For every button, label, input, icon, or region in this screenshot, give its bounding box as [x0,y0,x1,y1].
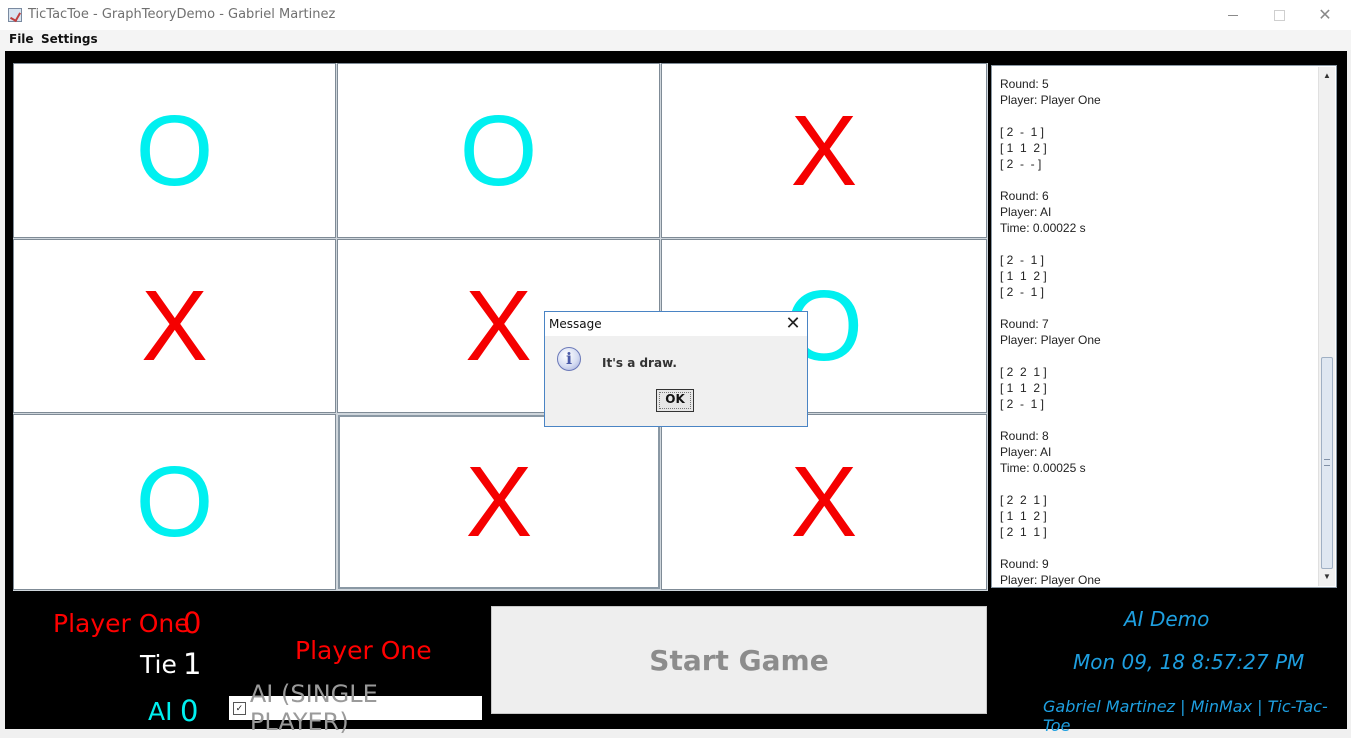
dialog-titlebar: Message ✕ [545,312,807,336]
focus-ring [659,392,691,409]
window-titlebar: TicTacToe - GraphTeoryDemo - Gabriel Mar… [0,0,1351,31]
menu-settings[interactable]: Settings [41,32,98,46]
player-one-score: 0 [183,606,202,640]
tie-score: 1 [183,647,202,681]
ok-button[interactable]: OK [656,389,694,412]
dialog-close-icon[interactable]: ✕ [783,313,803,335]
dialog-title: Message [549,317,602,331]
game-log-text: Round: 5 Player: Player One [ 2 - 1 ] [ … [1000,77,1101,587]
board-cell[interactable]: X [661,63,987,238]
player-one-score-label: Player One [53,609,190,638]
datetime-label: Mon 09, 18 8:57:27 PM [1073,650,1305,674]
grip-icon [1324,459,1330,466]
checkbox-checked-icon[interactable]: ✓ [233,701,246,715]
start-game-button[interactable]: Start Game [491,606,987,714]
menu-bar: File Settings [0,30,1351,50]
dialog-message: It's a draw. [602,356,677,370]
java-app-icon [8,8,22,22]
menu-file[interactable]: File [9,32,34,46]
minimize-icon [1228,15,1238,16]
ai-score-label: AI [148,697,173,726]
game-board: O O X X X O O X X [13,63,988,591]
scroll-thumb[interactable] [1321,357,1333,569]
maximize-icon [1273,10,1285,21]
info-icon: i [557,347,581,371]
scroll-down-arrow-icon[interactable]: ▼ [1320,570,1334,584]
mode-label: AI Demo [1124,607,1210,631]
close-window-button[interactable]: ✕ [1302,0,1348,30]
minimize-button[interactable] [1210,0,1256,30]
board-cell[interactable]: X [661,414,987,590]
ai-mode-label: AI (SINGLE PLAYER) [249,680,378,736]
board-cell[interactable]: X [13,239,336,413]
message-dialog: Message ✕ i It's a draw. OK [544,311,808,427]
board-cell[interactable]: O [13,414,336,590]
tie-score-label: Tie [140,650,177,679]
status-panel: Player One 0 Tie 1 AI 0 Player One ✓ AI … [13,596,1340,736]
board-cell[interactable]: X [338,415,660,589]
board-cell[interactable]: O [337,63,660,238]
log-scrollbar[interactable]: ▲ ▼ [1318,67,1335,586]
game-log-panel[interactable]: Round: 5 Player: Player One [ 2 - 1 ] [ … [991,65,1337,588]
ai-single-player-checkbox[interactable]: ✓ AI (SINGLE PLAYER) [229,680,482,736]
ai-score: 0 [180,694,199,728]
board-cell[interactable]: O [13,63,336,238]
current-turn-label: Player One [295,636,432,665]
credits-label: Gabriel Martinez | MinMax | Tic-Tac-Toe [1043,697,1328,735]
scroll-up-arrow-icon[interactable]: ▲ [1320,69,1334,83]
window-title: TicTacToe - GraphTeoryDemo - Gabriel Mar… [28,7,336,22]
maximize-button[interactable] [1256,0,1302,30]
